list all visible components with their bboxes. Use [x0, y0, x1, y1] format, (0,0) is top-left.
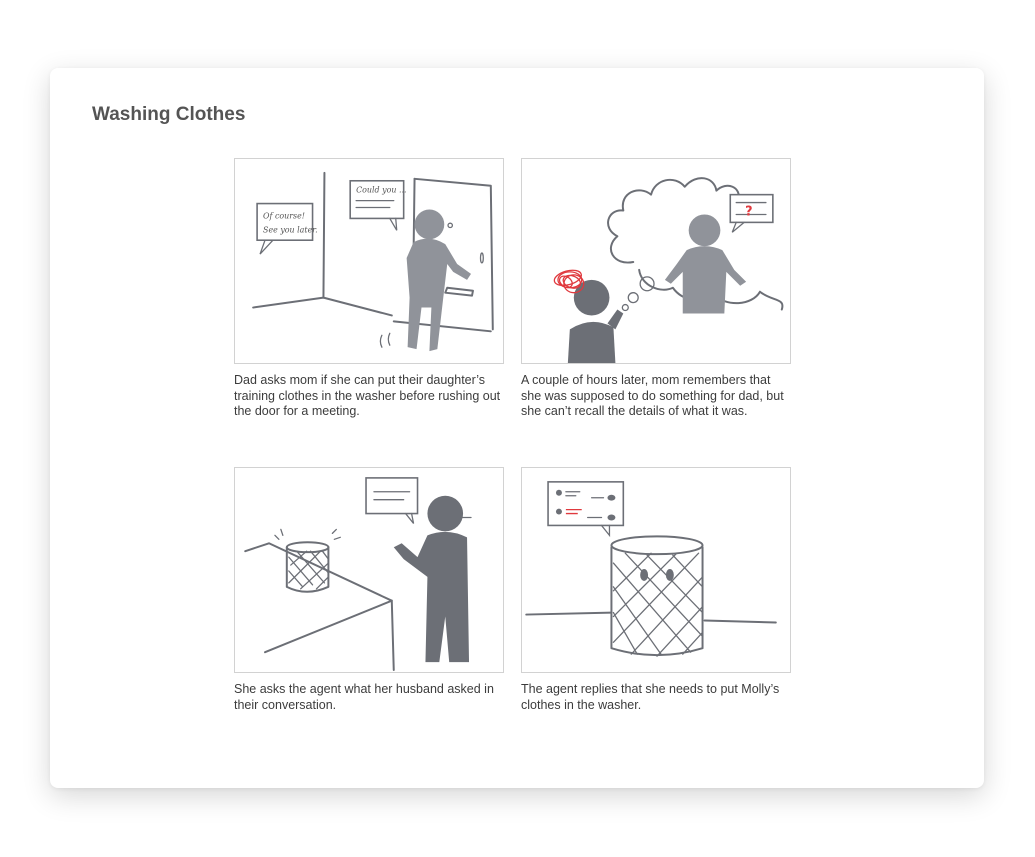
- storyboard-card: Washing Clothes Of course! See you later…: [50, 68, 984, 788]
- speech-bubble-question: [365, 477, 419, 524]
- question-mark: ?: [745, 204, 752, 219]
- chat-reply-bubble: [547, 481, 625, 538]
- panel-3-illustration: [234, 467, 504, 673]
- panel-2-illustration: ?: [521, 158, 791, 364]
- speech-bubble-memory: ?: [729, 193, 774, 233]
- speech-bubble-mom-line2: See you later.: [263, 225, 318, 234]
- speech-bubble-dad-text: Could you ...: [356, 186, 406, 195]
- agent-speaker-icon: [610, 535, 704, 657]
- panel-4-illustration: [521, 467, 791, 673]
- panel-3-caption: She asks the agent what her husband aske…: [234, 682, 494, 712]
- mom-asking-figure: [393, 495, 472, 663]
- storyboard-panel-2: ? A couple of hours later, mom remembers…: [521, 158, 791, 420]
- storyboard-panel-3: She asks the agent what her husband aske…: [234, 467, 504, 713]
- speech-bubble-mom-line1: Of course!: [263, 211, 305, 220]
- storyboard-panel-4: The agent replies that she needs to put …: [521, 467, 791, 713]
- storyboard-title: Washing Clothes: [92, 104, 246, 125]
- dad-figure: [406, 209, 471, 352]
- speech-bubble-mom: Of course! See you later.: [256, 202, 318, 255]
- panel-2-caption: A couple of hours later, mom remembers t…: [521, 373, 784, 418]
- speech-bubble-dad: Could you ...: [349, 179, 407, 231]
- panel-1-illustration: Of course! See you later. Could you ...: [234, 158, 504, 364]
- panel-1-caption: Dad asks mom if she can put their daught…: [234, 373, 501, 418]
- panel-4-caption: The agent replies that she needs to put …: [521, 682, 780, 712]
- storyboard-panel-1: Of course! See you later. Could you ... …: [234, 158, 504, 420]
